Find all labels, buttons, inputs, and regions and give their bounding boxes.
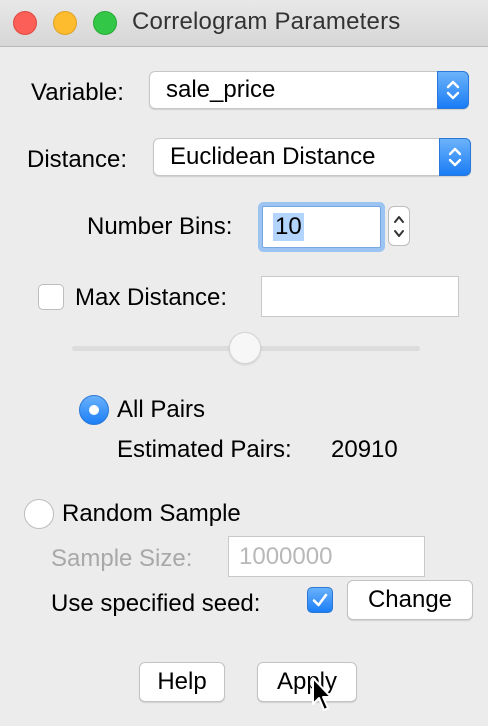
apply-button[interactable]: Apply [257, 662, 357, 702]
distance-select-value: Euclidean Distance [170, 143, 376, 170]
number-bins-input[interactable]: 10 [262, 206, 381, 248]
close-window-button[interactable] [13, 11, 37, 35]
sample-size-label: Sample Size: [51, 545, 193, 572]
random-sample-radio[interactable] [24, 499, 54, 529]
estimated-pairs-label: Estimated Pairs: [117, 436, 292, 463]
random-sample-label: Random Sample [62, 500, 241, 527]
max-distance-slider-knob[interactable] [229, 332, 261, 364]
distance-label: Distance: [27, 146, 128, 173]
chevron-up-down-icon [439, 138, 471, 176]
number-bins-value: 10 [273, 213, 304, 241]
variable-select[interactable]: sale_price [149, 71, 469, 109]
use-seed-checkbox[interactable] [307, 587, 333, 613]
number-bins-label: Number Bins: [87, 213, 233, 240]
chevron-up-down-icon [437, 71, 469, 109]
variable-select-value: sale_price [166, 76, 276, 103]
zoom-window-button[interactable] [93, 11, 117, 35]
number-bins-stepper[interactable] [388, 206, 410, 246]
use-seed-label: Use specified seed: [51, 590, 261, 617]
max-distance-input[interactable] [261, 276, 459, 317]
title-bar: Correlogram Parameters [0, 0, 488, 47]
chevron-up-down-icon [394, 216, 404, 237]
sample-size-value: 1000000 [239, 543, 333, 570]
window-title: Correlogram Parameters [132, 8, 401, 35]
max-distance-checkbox[interactable] [38, 284, 64, 310]
minimize-window-button[interactable] [53, 11, 77, 35]
arrow-cursor-icon [312, 677, 332, 711]
max-distance-label: Max Distance: [75, 284, 228, 311]
all-pairs-radio[interactable] [79, 395, 109, 425]
radio-dot-icon [89, 405, 99, 415]
distance-select[interactable]: Euclidean Distance [153, 138, 471, 176]
estimated-pairs-value: 20910 [331, 436, 398, 463]
checkmark-icon [312, 593, 328, 607]
change-seed-button[interactable]: Change [347, 580, 473, 620]
all-pairs-label: All Pairs [117, 396, 206, 423]
correlogram-parameters-dialog: Correlogram Parameters Variable: sale_pr… [0, 0, 488, 726]
sample-size-input[interactable]: 1000000 [228, 536, 425, 577]
variable-label: Variable: [31, 79, 124, 106]
help-button[interactable]: Help [139, 662, 225, 702]
